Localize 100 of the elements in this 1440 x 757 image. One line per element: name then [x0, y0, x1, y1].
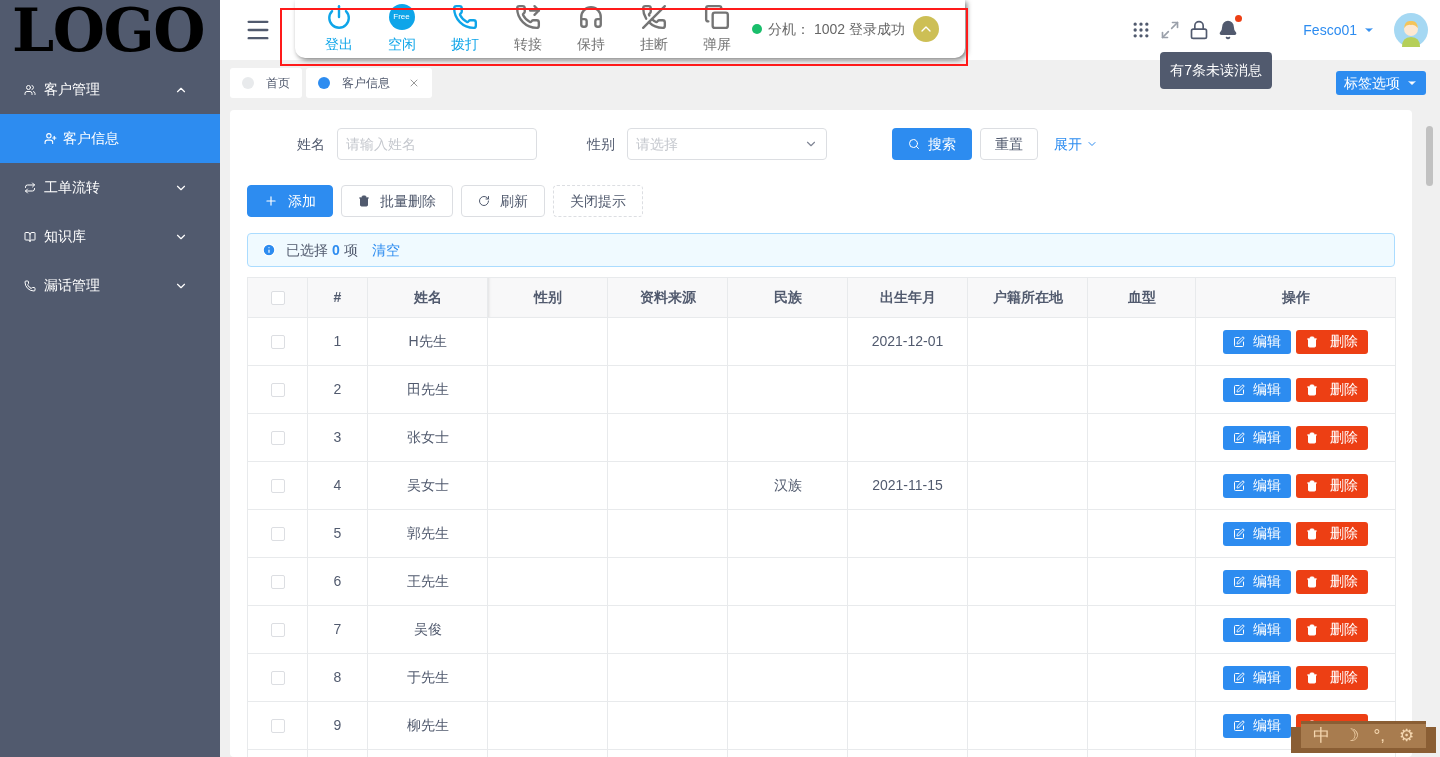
clear-link[interactable]: 清空	[371, 239, 400, 261]
edit-button[interactable]: 编辑	[1223, 329, 1291, 354]
expand-link[interactable]: 展开	[1054, 133, 1098, 155]
delete-button[interactable]: 删除	[1296, 473, 1368, 498]
delete-button[interactable]: 删除	[1296, 617, 1368, 642]
search-button[interactable]: 搜索	[892, 128, 972, 160]
edit-button[interactable]: 编辑	[1223, 713, 1291, 738]
info-icon	[262, 243, 276, 257]
select-all-checkbox[interactable]	[270, 291, 285, 306]
sidebar-menu-item[interactable]: 漏话管理	[0, 261, 220, 310]
edit-button[interactable]: 编辑	[1223, 473, 1291, 498]
lock-icon[interactable]	[1189, 20, 1210, 40]
edit-icon	[1233, 623, 1245, 636]
row-checkbox[interactable]	[270, 335, 285, 350]
delete-button[interactable]: 删除	[1296, 521, 1368, 546]
trash-icon	[1306, 383, 1318, 396]
edit-icon	[1233, 335, 1245, 348]
trash-icon	[1306, 431, 1318, 444]
edit-icon	[1233, 479, 1245, 492]
table-cell: 张女士	[367, 413, 488, 462]
ime-button[interactable]: ⚙	[1399, 723, 1414, 749]
toolbar-button[interactable]: 关闭提示	[553, 185, 643, 217]
table-cell: 2	[307, 365, 368, 414]
edit-icon	[1233, 719, 1245, 732]
trash-icon	[1306, 335, 1318, 348]
trash-icon	[1306, 623, 1318, 636]
call-toolbar-button[interactable]: 拨打	[433, 3, 496, 55]
table-cell: 2021-12-01	[847, 317, 968, 366]
edit-button[interactable]: 编辑	[1223, 425, 1291, 450]
fullscreen-icon[interactable]	[1160, 20, 1181, 40]
phone-off-icon	[640, 3, 667, 30]
sidebar-menu-item[interactable]: 工单流转	[0, 163, 220, 212]
sidebar-menu-item[interactable]: 客户管理	[0, 65, 220, 114]
book-icon	[24, 230, 36, 243]
table-cell: 2021-11-15	[847, 461, 968, 510]
collapse-button[interactable]	[912, 16, 939, 42]
call-toolbar-button[interactable]: Free 空闲	[370, 3, 433, 55]
notification-tooltip: 有7条未读消息	[1160, 52, 1273, 89]
edit-button[interactable]: 编辑	[1223, 377, 1291, 402]
table-cell: 1	[307, 317, 368, 366]
column-header: 出生年月	[847, 277, 968, 318]
extension-status: 分机： 1002 登录成功	[768, 19, 905, 39]
delete-button[interactable]: 删除	[1296, 569, 1368, 594]
row-checkbox[interactable]	[270, 479, 285, 494]
users-icon	[24, 83, 36, 96]
column-header: 户籍所在地	[967, 277, 1088, 318]
row-checkbox[interactable]	[270, 671, 285, 686]
edit-button[interactable]: 编辑	[1223, 617, 1291, 642]
delete-button[interactable]: 删除	[1296, 329, 1368, 354]
copy-icon	[703, 3, 730, 30]
table-cell: 王先生	[367, 557, 488, 606]
plus-icon	[264, 194, 278, 208]
call-toolbar-button[interactable]: 登出	[307, 3, 370, 55]
row-checkbox[interactable]	[270, 431, 285, 446]
row-checkbox[interactable]	[270, 575, 285, 590]
edit-icon	[1233, 431, 1245, 444]
row-checkbox[interactable]	[270, 623, 285, 638]
column-header: #	[307, 277, 368, 318]
user-menu[interactable]: Fesco01	[1303, 19, 1375, 41]
free-icon: Free	[388, 3, 415, 30]
table-cell: H先生	[367, 317, 488, 366]
ime-button[interactable]: °,	[1373, 723, 1385, 749]
page-tab[interactable]: 客户信息	[306, 68, 432, 98]
bell-icon[interactable]	[1218, 20, 1239, 40]
tab-options-button[interactable]: 标签选项	[1336, 71, 1426, 95]
edit-button[interactable]: 编辑	[1223, 521, 1291, 546]
toolbar-button[interactable]: 添加	[247, 185, 333, 217]
table-cell: 吴女士	[367, 461, 488, 510]
trash-icon	[1306, 527, 1318, 540]
delete-button[interactable]: 删除	[1296, 665, 1368, 690]
delete-button[interactable]: 删除	[1296, 425, 1368, 450]
toolbar-button[interactable]: 批量删除	[341, 185, 453, 217]
row-checkbox[interactable]	[270, 719, 285, 734]
toolbar-button[interactable]: 刷新	[461, 185, 545, 217]
page-tab[interactable]: 首页	[230, 68, 302, 98]
edit-button[interactable]: 编辑	[1223, 665, 1291, 690]
headphones-icon	[577, 3, 604, 30]
edit-button[interactable]: 编辑	[1223, 569, 1291, 594]
table-cell: 4	[307, 461, 368, 510]
row-checkbox[interactable]	[270, 383, 285, 398]
phone-forward-icon	[514, 3, 541, 30]
scrollbar-thumb[interactable]	[1425, 126, 1433, 186]
close-icon[interactable]	[408, 77, 420, 89]
sidebar-menu-item[interactable]: 知识库	[0, 212, 220, 261]
filter-label: 姓名	[296, 134, 326, 154]
table-cell: 8	[307, 653, 368, 702]
ime-button[interactable]: ☽	[1344, 723, 1360, 749]
sidebar-submenu-item[interactable]: 客户信息	[0, 114, 220, 163]
reset-button[interactable]: 重置	[980, 128, 1038, 160]
row-checkbox[interactable]	[270, 527, 285, 542]
phone-icon	[451, 3, 478, 30]
repeat-icon	[24, 181, 36, 194]
table-cell: 6	[307, 557, 368, 606]
delete-button[interactable]: 删除	[1296, 377, 1368, 402]
edit-icon	[1233, 671, 1245, 684]
input-field[interactable]: 请输入姓名	[337, 128, 537, 160]
table-cell: 7	[307, 605, 368, 654]
ime-button[interactable]: 中	[1313, 723, 1331, 749]
table-cell: 柳先生	[367, 701, 488, 750]
table-cell: 郭先生	[367, 509, 488, 558]
